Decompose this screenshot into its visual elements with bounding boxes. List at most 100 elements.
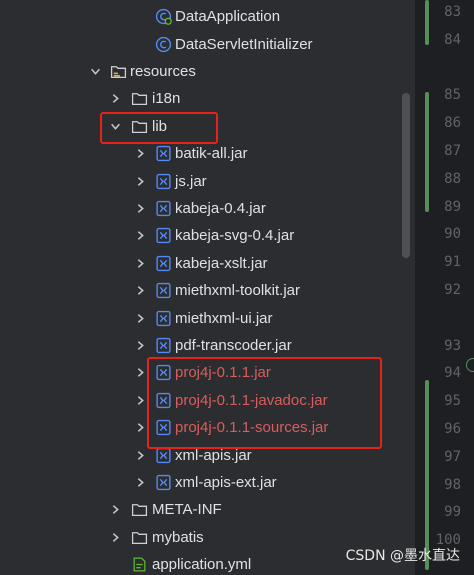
fold-marker-icon[interactable] — [466, 358, 474, 372]
yaml-file-icon — [131, 556, 148, 573]
tree-item[interactable]: i18n — [0, 85, 400, 112]
line-number: 88 — [444, 170, 461, 187]
jar-icon — [155, 255, 172, 272]
tree-item-label: kabeja-0.4.jar — [175, 199, 266, 217]
line-number: 96 — [444, 421, 461, 437]
tree-item-label: xml-apis.jar — [175, 446, 252, 464]
tree-item-label: proj4j-0.1.1.jar — [175, 364, 271, 382]
tree-item[interactable]: resources — [0, 58, 400, 85]
tree-item-label: lib — [152, 117, 168, 135]
jar-icon — [155, 200, 172, 217]
tree-item-label: miethxml-toolkit.jar — [175, 282, 301, 300]
tree-item[interactable]: batik-all.jar — [0, 140, 400, 167]
jar-icon — [155, 282, 172, 299]
tree-item[interactable]: proj4j-0.1.1.jar — [0, 359, 400, 386]
line-number: 92 — [444, 282, 461, 298]
tree-item-label: batik-all.jar — [175, 145, 248, 163]
tree-item[interactable]: miethxml-ui.jar — [0, 304, 400, 331]
jar-icon — [155, 474, 172, 491]
chevron-down-icon[interactable] — [88, 64, 102, 78]
tree-item-label: application.yml — [152, 556, 252, 574]
chevron-right-icon[interactable] — [133, 421, 147, 435]
tree-item[interactable]: proj4j-0.1.1-sources.jar — [0, 414, 400, 441]
tree-item[interactable]: lib — [0, 113, 400, 140]
line-number: 87 — [444, 143, 461, 159]
vcs-change-marker — [425, 380, 429, 570]
tree-item[interactable]: pdf-transcoder.jar — [0, 332, 400, 359]
chevron-right-icon[interactable] — [133, 475, 147, 489]
jar-icon — [155, 310, 172, 327]
class-icon — [155, 36, 172, 53]
jar-icon — [155, 392, 172, 409]
chevron-right-icon[interactable] — [133, 256, 147, 270]
chevron-right-icon[interactable] — [133, 338, 147, 352]
tree-item[interactable]: xml-apis-ext.jar — [0, 469, 400, 496]
tree-item[interactable]: miethxml-toolkit.jar — [0, 277, 400, 304]
editor-gutter: 83 84 85 86 87 88 89 90 91 92 93 94 95 96 97 98 99 100 — [415, 0, 474, 575]
tree-item-label: js.jar — [175, 172, 207, 190]
line-number: 98 — [444, 476, 461, 493]
vcs-change-marker — [425, 0, 429, 45]
line-number: 86 — [444, 115, 461, 132]
line-number: 93 — [444, 337, 461, 354]
chevron-right-icon[interactable] — [133, 393, 147, 407]
tree-item[interactable]: xml-apis.jar — [0, 441, 400, 468]
line-number: 91 — [444, 254, 461, 271]
jar-icon — [155, 173, 172, 190]
chevron-right-icon[interactable] — [133, 311, 147, 325]
tree-item[interactable]: proj4j-0.1.1-javadoc.jar — [0, 387, 400, 414]
jar-icon — [155, 364, 172, 381]
tree-item-label: kabeja-svg-0.4.jar — [175, 227, 295, 245]
tree-item[interactable]: META-INF — [0, 496, 400, 523]
folder-icon — [131, 529, 148, 546]
tree-item-label: DataServletInitializer — [175, 35, 313, 53]
line-number: 85 — [444, 87, 461, 104]
line-number: 83 — [444, 4, 461, 20]
line-number: 97 — [444, 448, 461, 465]
chevron-right-icon[interactable] — [133, 229, 147, 243]
project-tree: DataApplication DataServletInitializer res… — [0, 0, 415, 575]
chevron-right-icon[interactable] — [133, 174, 147, 188]
line-number: 95 — [444, 393, 461, 410]
chevron-right-icon[interactable] — [108, 503, 122, 517]
tree-item[interactable]: DataServletInitializer — [0, 30, 400, 57]
tree-item-label: proj4j-0.1.1-javadoc.jar — [175, 391, 328, 409]
tree-item-label: resources — [130, 62, 196, 80]
tree-item-label: xml-apis-ext.jar — [175, 473, 277, 491]
tree-item-label: pdf-transcoder.jar — [175, 336, 292, 354]
chevron-right-icon[interactable] — [133, 201, 147, 215]
folder-icon — [131, 501, 148, 518]
jar-icon — [155, 419, 172, 436]
watermark: CSDN @墨水直达 — [345, 548, 460, 564]
tree-item[interactable]: kabeja-svg-0.4.jar — [0, 222, 400, 249]
tree-scrollbar[interactable] — [402, 93, 410, 258]
vcs-change-marker — [425, 92, 429, 212]
chevron-right-icon[interactable] — [133, 147, 147, 161]
tree-item[interactable]: js.jar — [0, 167, 400, 194]
chevron-right-icon[interactable] — [133, 366, 147, 380]
tree-item-label: META-INF — [152, 501, 222, 519]
jar-icon — [155, 447, 172, 464]
chevron-right-icon[interactable] — [133, 284, 147, 298]
resources-folder-icon — [110, 63, 127, 80]
line-number: 90 — [444, 226, 461, 243]
tree-item-label: DataApplication — [175, 8, 281, 26]
tree-item[interactable]: kabeja-xslt.jar — [0, 250, 400, 277]
tree-item-label: kabeja-xslt.jar — [175, 254, 268, 272]
line-number: 84 — [444, 31, 461, 48]
tree-item[interactable]: DataApplication — [0, 3, 400, 30]
chevron-right-icon[interactable] — [108, 92, 122, 106]
folder-icon — [131, 118, 148, 135]
chevron-down-icon[interactable] — [108, 119, 122, 133]
tree-item-label: miethxml-ui.jar — [175, 309, 273, 327]
tree-item[interactable]: application.yml — [0, 551, 400, 575]
tree-item[interactable]: kabeja-0.4.jar — [0, 195, 400, 222]
tree-item-label: i18n — [152, 90, 181, 108]
folder-icon — [131, 90, 148, 107]
tree-item-label: proj4j-0.1.1-sources.jar — [175, 419, 329, 437]
spring-class-icon — [155, 8, 172, 26]
jar-icon — [155, 337, 172, 354]
tree-item[interactable]: mybatis — [0, 524, 400, 551]
chevron-right-icon[interactable] — [108, 530, 122, 544]
chevron-right-icon[interactable] — [133, 448, 147, 462]
